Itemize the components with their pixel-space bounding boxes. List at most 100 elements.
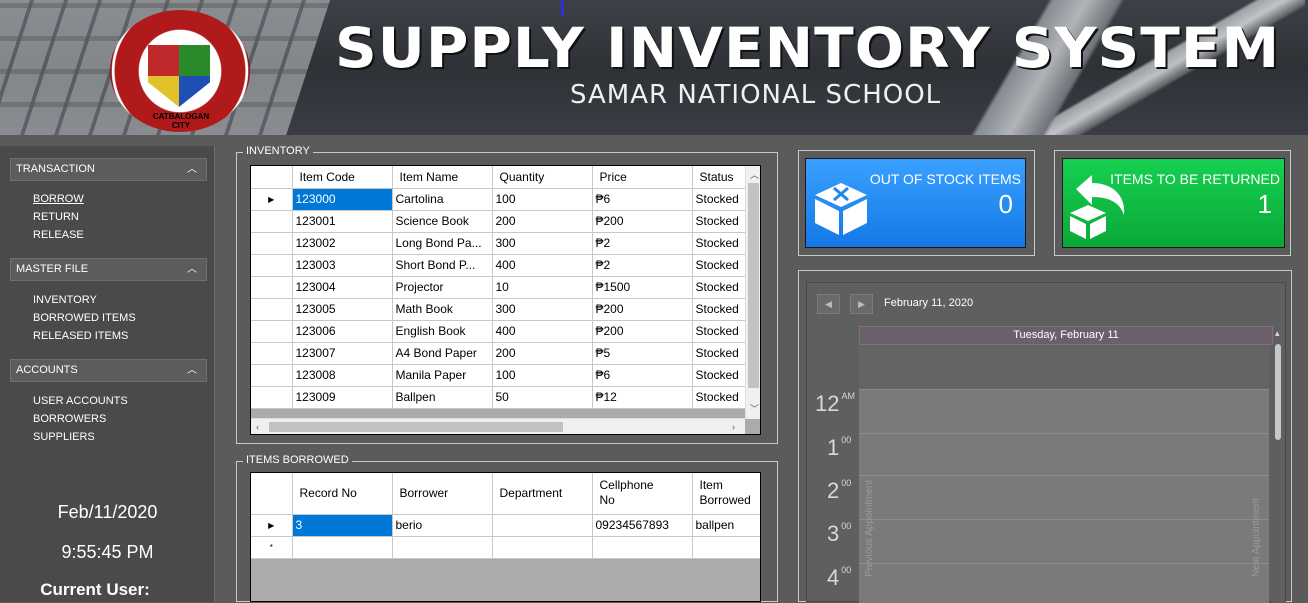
table-cell[interactable]: ₱12 <box>592 386 693 409</box>
table-cell[interactable]: 123007 <box>292 342 393 365</box>
table-cell[interactable]: 100 <box>492 188 593 211</box>
nav-borrowed-items[interactable]: BORROWED ITEMS <box>33 312 136 324</box>
inventory-horizontal-scrollbar[interactable]: ‹ › <box>251 418 745 434</box>
table-cell[interactable]: ₱200 <box>592 298 693 321</box>
table-cell[interactable] <box>492 536 593 559</box>
table-row[interactable]: 123006 English Book 400 ₱200 Stocked <box>251 320 750 343</box>
row-header[interactable] <box>251 232 293 255</box>
table-cell[interactable]: ₱6 <box>592 364 693 387</box>
section-transaction[interactable]: TRANSACTION ︿ <box>10 158 207 181</box>
table-cell[interactable]: Stocked <box>692 276 750 299</box>
table-cell[interactable]: 123004 <box>292 276 393 299</box>
table-row[interactable]: 123007 A4 Bond Paper 200 ₱5 Stocked <box>251 342 750 365</box>
table-row[interactable]: 123005 Math Book 300 ₱200 Stocked <box>251 298 750 321</box>
table-cell[interactable]: ₱2 <box>592 254 693 277</box>
table-cell[interactable] <box>292 536 393 559</box>
scroll-left-icon[interactable]: ‹ <box>256 422 259 432</box>
table-cell[interactable]: ₱5 <box>592 342 693 365</box>
table-cell[interactable]: 123003 <box>292 254 393 277</box>
column-header[interactable]: Borrower <box>392 473 493 515</box>
scroll-thumb[interactable] <box>269 422 563 432</box>
table-row[interactable]: 123009 Ballpen 50 ₱12 Stocked <box>251 386 750 409</box>
column-header[interactable]: Record No <box>292 473 393 515</box>
table-row[interactable]: ▶ 3 berio 09234567893 ballpen <box>251 514 760 537</box>
table-cell[interactable]: 123008 <box>292 364 393 387</box>
table-cell[interactable]: Stocked <box>692 210 750 233</box>
table-row[interactable]: 123003 Short Bond P... 400 ₱2 Stocked <box>251 254 750 277</box>
row-header[interactable] <box>251 364 293 387</box>
table-cell[interactable]: 123002 <box>292 232 393 255</box>
next-day-button[interactable]: ▶ <box>850 294 873 314</box>
table-cell[interactable] <box>392 536 493 559</box>
table-cell[interactable] <box>692 536 760 559</box>
table-cell[interactable] <box>492 514 593 537</box>
nav-released-items[interactable]: RELEASED ITEMS <box>33 330 128 342</box>
table-cell[interactable]: Science Book <box>392 210 493 233</box>
table-cell[interactable]: ₱6 <box>592 188 693 211</box>
current-row-icon[interactable]: ▶ <box>251 188 293 211</box>
nav-borrow[interactable]: BORROW <box>33 193 84 205</box>
items-to-return-tile[interactable]: ITEMS TO BE RETURNED 1 <box>1062 158 1285 248</box>
table-cell[interactable]: Stocked <box>692 254 750 277</box>
all-day-band[interactable] <box>859 345 1269 389</box>
borrowed-grid[interactable]: Record No Borrower Department Cellphone … <box>250 472 761 602</box>
table-cell[interactable]: 123001 <box>292 210 393 233</box>
table-cell[interactable]: A4 Bond Paper <box>392 342 493 365</box>
table-cell[interactable]: ₱2 <box>592 232 693 255</box>
table-cell[interactable]: ₱200 <box>592 320 693 343</box>
table-cell[interactable]: 200 <box>492 342 593 365</box>
table-cell[interactable]: Stocked <box>692 232 750 255</box>
table-cell[interactable]: 300 <box>492 298 593 321</box>
nav-user-accounts[interactable]: USER ACCOUNTS <box>33 395 128 407</box>
next-appointment-button[interactable]: Next Appointment <box>1251 498 1262 577</box>
row-header[interactable] <box>251 210 293 233</box>
table-cell[interactable]: English Book <box>392 320 493 343</box>
row-header[interactable] <box>251 320 293 343</box>
table-row[interactable]: ▶ 123000 Cartolina 100 ₱6 Stocked <box>251 188 750 211</box>
table-cell[interactable]: 123000 <box>292 188 393 211</box>
table-cell[interactable]: Stocked <box>692 320 750 343</box>
column-header[interactable]: Item Borrowed <box>692 473 760 515</box>
table-cell[interactable]: 09234567893 <box>592 514 693 537</box>
day-calendar[interactable]: ◀ ▶ February 11, 2020 Tuesday, February … <box>806 282 1286 603</box>
table-row[interactable]: 123008 Manila Paper 100 ₱6 Stocked <box>251 364 750 387</box>
table-cell[interactable]: 400 <box>492 254 593 277</box>
table-cell[interactable]: Manila Paper <box>392 364 493 387</box>
table-cell[interactable]: 300 <box>492 232 593 255</box>
column-header[interactable]: Item Code <box>292 166 393 189</box>
nav-inventory[interactable]: INVENTORY <box>33 294 97 306</box>
table-cell[interactable]: 10 <box>492 276 593 299</box>
out-of-stock-tile[interactable]: OUT OF STOCK ITEMS 0 <box>805 158 1026 248</box>
nav-return[interactable]: RETURN <box>33 211 79 223</box>
table-cell[interactable]: 200 <box>492 210 593 233</box>
row-header[interactable] <box>251 276 293 299</box>
table-cell[interactable]: 123009 <box>292 386 393 409</box>
nav-borrowers[interactable]: BORROWERS <box>33 413 106 425</box>
table-cell[interactable]: Projector <box>392 276 493 299</box>
table-cell[interactable]: 123005 <box>292 298 393 321</box>
row-header[interactable] <box>251 342 293 365</box>
scroll-up-icon[interactable]: ▴ <box>1275 328 1280 339</box>
table-cell[interactable]: Math Book <box>392 298 493 321</box>
table-cell[interactable]: Short Bond P... <box>392 254 493 277</box>
table-cell[interactable]: Stocked <box>692 386 750 409</box>
inventory-vertical-scrollbar[interactable]: ︿ ﹀ <box>745 166 760 419</box>
table-row[interactable]: 123004 Projector 10 ₱1500 Stocked <box>251 276 750 299</box>
table-cell[interactable]: Ballpen <box>392 386 493 409</box>
table-cell[interactable]: Cartolina <box>392 188 493 211</box>
table-cell[interactable]: ₱200 <box>592 210 693 233</box>
prev-day-button[interactable]: ◀ <box>817 294 840 314</box>
inventory-grid[interactable]: Item Code Item Name Quantity Price Statu… <box>250 165 761 435</box>
table-cell[interactable]: berio <box>392 514 493 537</box>
row-header[interactable] <box>251 386 293 409</box>
table-cell[interactable]: Stocked <box>692 364 750 387</box>
table-row[interactable]: 123002 Long Bond Pa... 300 ₱2 Stocked <box>251 232 750 255</box>
table-cell[interactable]: ballpen <box>692 514 760 537</box>
nav-release[interactable]: RELEASE <box>33 229 84 241</box>
table-cell[interactable]: 400 <box>492 320 593 343</box>
column-header[interactable]: Item Name <box>392 166 493 189</box>
row-header[interactable] <box>251 298 293 321</box>
column-header[interactable]: Cellphone No <box>592 473 693 515</box>
nav-suppliers[interactable]: SUPPLIERS <box>33 431 95 443</box>
table-cell[interactable]: Stocked <box>692 298 750 321</box>
